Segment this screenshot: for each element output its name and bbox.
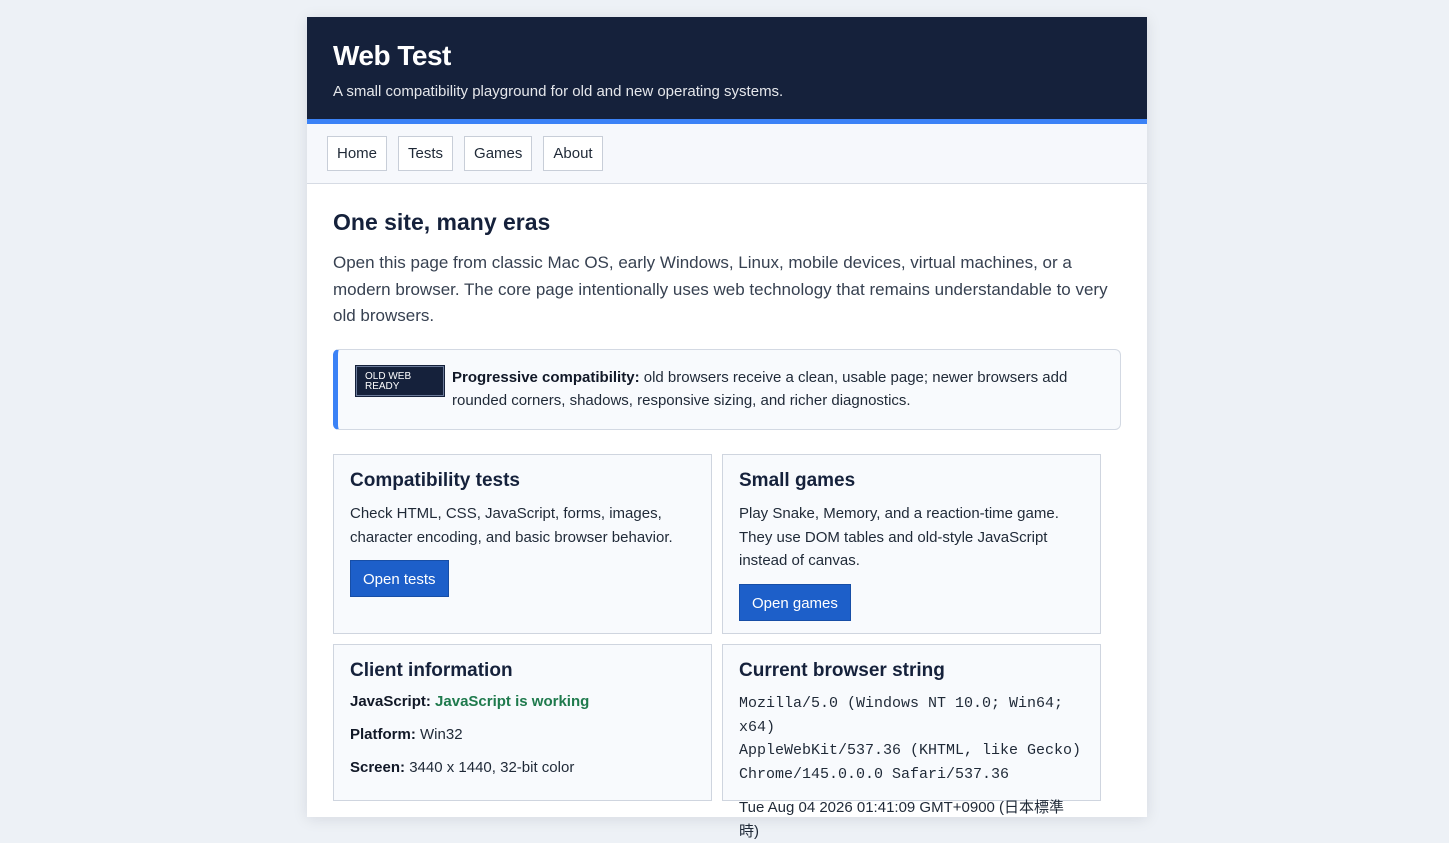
main-heading: One site, many eras (333, 209, 551, 235)
card-compatibility-tests: Compatibility tests Check HTML, CSS, Jav… (333, 454, 712, 634)
open-tests-button[interactable]: Open tests (350, 560, 449, 597)
screen-value: 3440 x 1440, 32-bit color (409, 759, 575, 776)
card-title: Small games (739, 470, 856, 491)
card-title: Compatibility tests (350, 470, 520, 491)
intro-paragraph: Open this page from classic Mac OS, earl… (333, 253, 1108, 325)
page-container: Web Test A small compatibility playgroun… (307, 17, 1147, 840)
card-text: Play Snake, Memory, and a reaction-time … (739, 505, 1059, 569)
platform-label: Platform: (350, 725, 416, 743)
notice-text: Progressive compatibility: old browsers … (452, 366, 1100, 412)
user-agent-line-3: Chrome/145.0.0.0 Safari/537.36 (739, 765, 1010, 783)
old-web-ready-badge: OLD WEB READY (355, 364, 445, 397)
nav-home-link[interactable]: Home (327, 136, 388, 171)
card-client-information: Client information JavaScript: JavaScrip… (333, 644, 712, 801)
platform-value: Win32 (420, 725, 463, 743)
user-agent-line-1: Mozilla/5.0 (Windows NT 10.0; Win64; x64… (739, 695, 1064, 736)
javascript-label: JavaScript: (350, 693, 431, 710)
card-small-games: Small games Play Snake, Memory, and a re… (722, 454, 1101, 634)
user-agent-line-2: AppleWebKit/537.36 (KHTML, like Gecko) (739, 742, 1082, 759)
user-agent-string: Mozilla/5.0 (Windows NT 10.0; Win64; x64… (739, 692, 1084, 786)
card-text: Check HTML, CSS, JavaScript, forms, imag… (350, 505, 673, 546)
nav-about-link[interactable]: About (543, 136, 603, 171)
compatibility-notice: OLD WEB READY Progressive compatibility:… (333, 348, 1121, 430)
card-title: Client information (350, 660, 513, 681)
card-title: Current browser string (739, 660, 945, 681)
card-browser-string: Current browser string Mozilla/5.0 (Wind… (722, 644, 1101, 840)
screen-label: Screen: (350, 759, 406, 776)
site-subtitle: A small compatibility playground for old… (333, 83, 784, 100)
notice-bold-label: Progressive compatibility: (452, 368, 640, 386)
screen-line: Screen: 3440 x 1440, 32-bit color (350, 756, 695, 780)
site-title: Web Test (333, 40, 451, 71)
site-header: Web Test A small compatibility playgroun… (307, 17, 1147, 124)
main-content: One site, many eras Open this page from … (307, 184, 1147, 430)
javascript-status-line: JavaScript: JavaScript is working (350, 690, 695, 714)
badge-line-2: READY (365, 380, 400, 392)
nav-tests-link[interactable]: Tests (398, 136, 454, 171)
nav-games-link[interactable]: Games (464, 136, 533, 171)
open-games-button[interactable]: Open games (739, 583, 851, 621)
main-nav: Home Tests Games About (307, 124, 1147, 184)
javascript-status-value: JavaScript is working (435, 693, 590, 710)
current-timestamp: Tue Aug 04 2026 01:41:09 GMT+0900 (日本標準時… (739, 799, 1065, 840)
platform-line: Platform: Win32 (350, 723, 695, 747)
